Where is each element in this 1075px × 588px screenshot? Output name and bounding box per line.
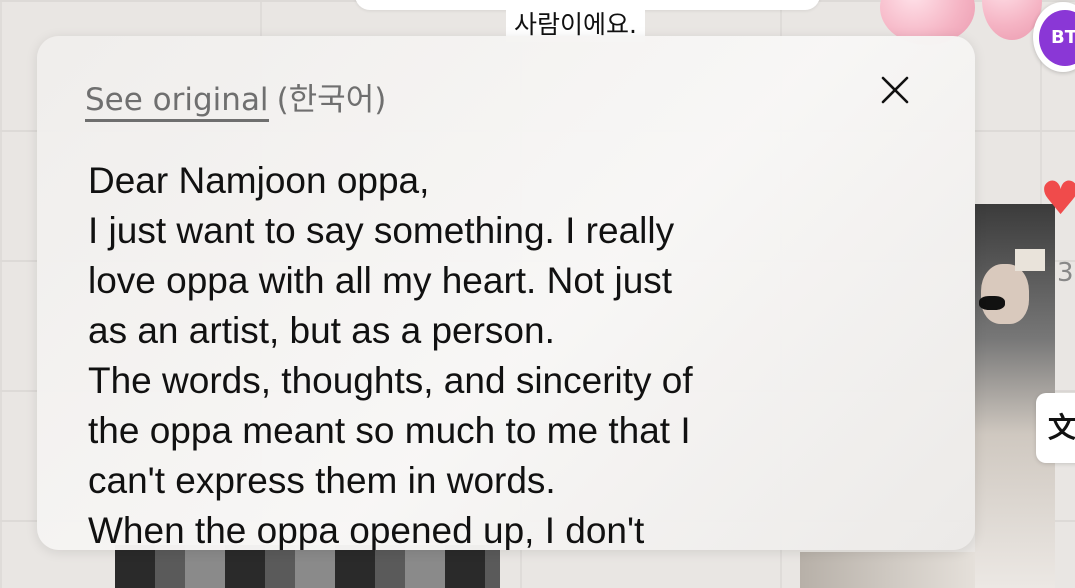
text-line: The words, thoughts, and sincerity of	[88, 360, 693, 401]
text-line: When the oppa opened up, I don't	[88, 510, 645, 550]
like-count: 3	[1057, 258, 1074, 288]
text-line: as an artist, but as a person.	[88, 310, 555, 351]
card-header: See original (한국어)	[85, 74, 387, 122]
photo-person-face	[981, 264, 1029, 324]
heart-icon[interactable]: ♥	[1040, 175, 1075, 221]
close-button[interactable]	[877, 72, 913, 108]
translated-text: Dear Namjoon oppa, I just want to say so…	[88, 156, 868, 550]
photo-badge	[1015, 249, 1045, 271]
avatar-label: BT	[1039, 10, 1075, 66]
photo-sunglasses	[979, 296, 1005, 310]
language-label: (한국어)	[276, 82, 387, 118]
background-photo-bottom-right	[800, 552, 975, 588]
translate-icon: 文	[1048, 411, 1075, 444]
background-photo-bottom	[115, 545, 500, 588]
text-line: love oppa with all my heart. Not just	[88, 260, 673, 301]
translation-card: See original (한국어) Dear Namjoon oppa, I j…	[37, 36, 975, 550]
close-icon	[881, 76, 909, 104]
text-line: I just want to say something. I really	[88, 210, 675, 251]
text-line: the oppa meant so much to me that I	[88, 410, 691, 451]
translate-button[interactable]: 文	[1036, 393, 1075, 463]
see-original-link[interactable]: See original	[85, 82, 269, 122]
text-line: Dear Namjoon oppa,	[88, 160, 430, 201]
text-line: can't express them in words.	[88, 460, 556, 501]
